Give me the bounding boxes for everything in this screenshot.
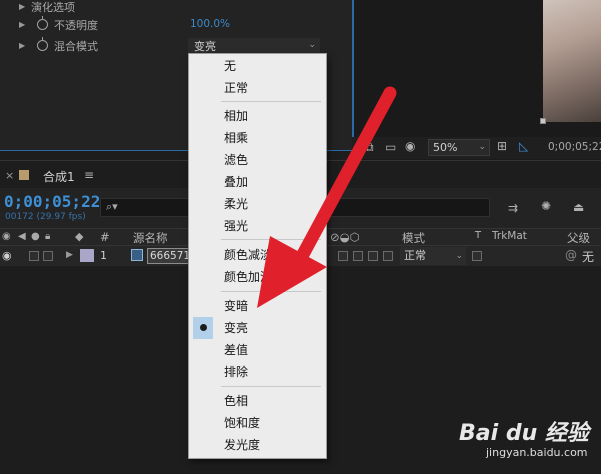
grid-guides-icon[interactable]: ⊞ [497, 139, 507, 153]
parent-select[interactable]: 无 [582, 248, 594, 265]
chevron-down-icon: ⌄ [478, 142, 486, 152]
image-footage-icon [131, 249, 143, 261]
menu-item-difference[interactable]: 差值 [189, 340, 326, 360]
solo-column-icon[interactable]: ● [31, 231, 40, 242]
transform-handle[interactable] [540, 118, 546, 124]
column-hash[interactable]: # [100, 230, 110, 244]
menu-item-color-dodge[interactable]: 颜色减淡 [189, 245, 326, 265]
menu-item-normal[interactable]: 正常 [189, 78, 326, 98]
menu-item-screen[interactable]: 滤色 [189, 150, 326, 170]
motion-blur-icon[interactable]: ✺ [541, 199, 551, 213]
graph-editor-icon[interactable]: ⏏ [573, 200, 584, 214]
switch-toggle[interactable] [338, 251, 348, 261]
solo-toggle[interactable] [29, 251, 39, 261]
property-label: 混合模式 [54, 40, 98, 53]
frame-count-info: 00172 (29.97 fps) [5, 212, 86, 222]
menu-separator [221, 101, 321, 102]
menu-item-luminosity[interactable]: 发光度 [189, 435, 326, 455]
visibility-column-icon[interactable]: ◉ [2, 231, 11, 242]
switch-toggle[interactable] [353, 251, 363, 261]
expand-triangle-icon[interactable]: ▶ [66, 250, 73, 260]
region-of-interest-icon[interactable]: ◺ [519, 139, 528, 153]
expand-triangle-icon[interactable]: ▶ [19, 20, 25, 29]
menu-separator [221, 386, 321, 387]
menu-item-add[interactable]: 相加 [189, 106, 326, 126]
panel-focus-border [352, 0, 353, 150]
audio-column-icon[interactable]: ◀ [18, 231, 26, 242]
blend-mode-selected-value: 变亮 [194, 40, 216, 53]
composition-preview-image[interactable] [543, 0, 601, 122]
search-icon: ⌕▾ [106, 200, 118, 213]
property-label: 不透明度 [54, 19, 98, 32]
monitor-icon[interactable]: ▭ [385, 140, 396, 154]
menu-item-saturation[interactable]: 饱和度 [189, 413, 326, 433]
mask-visibility-icon[interactable]: ◉ [405, 139, 415, 153]
tab-menu-icon[interactable]: ≡ [84, 168, 94, 182]
layer-name[interactable]: 666571 [147, 248, 189, 264]
zoom-value: 50% [433, 141, 458, 154]
column-trkmat[interactable]: TrkMat [492, 230, 527, 242]
menu-item-exclusion[interactable]: 排除 [189, 362, 326, 382]
column-source-name[interactable]: 源名称 [133, 230, 168, 246]
layer-mode-value: 正常 [404, 249, 426, 262]
layer-index: 1 [100, 249, 107, 262]
menu-separator [221, 239, 321, 240]
expand-triangle-icon[interactable]: ▶ [19, 2, 25, 11]
stopwatch-icon[interactable] [37, 37, 48, 51]
property-label: 演化选项 [31, 1, 75, 14]
expand-triangle-icon[interactable]: ▶ [19, 41, 25, 50]
chevron-down-icon: ⌄ [455, 251, 463, 261]
composition-color-swatch [19, 170, 29, 180]
baidu-watermark-logo: Bai du 经验 [459, 421, 589, 446]
lock-toggle[interactable] [43, 251, 53, 261]
switch-toggle[interactable] [383, 251, 393, 261]
tab-composition[interactable]: 合成1 [43, 168, 75, 185]
stopwatch-icon[interactable] [37, 16, 48, 30]
menu-item-hue[interactable]: 色相 [189, 391, 326, 411]
menu-item-multiply[interactable]: 相乘 [189, 128, 326, 148]
switch-toggle[interactable] [368, 251, 378, 261]
menu-item-color-burn[interactable]: 颜色加深 [189, 267, 326, 287]
menu-item-hard-light[interactable]: 强光 [189, 216, 326, 236]
chevron-down-icon: ⌄ [308, 40, 316, 50]
lock-column-icon[interactable]: 🔒︎ [45, 231, 50, 242]
menu-item-soft-light[interactable]: 柔光 [189, 194, 326, 214]
eye-icon[interactable]: ◉ [2, 249, 12, 262]
zoom-select[interactable]: 50% ⌄ [428, 139, 490, 156]
menu-separator [221, 291, 321, 292]
label-column-icon[interactable]: ◆ [75, 230, 83, 243]
viewer-timecode[interactable]: 0;00;05;22 [548, 141, 601, 153]
property-row-opacity[interactable]: ▶ 不透明度 100.0% [0, 14, 352, 34]
layer-mode-select[interactable]: 正常 ⌄ [400, 247, 466, 265]
switches-column-icon[interactable]: ⊘◒⬡ [330, 230, 360, 244]
draft-3d-icon[interactable]: ⇉ [508, 201, 518, 215]
close-tab-icon[interactable]: × [5, 169, 14, 182]
column-t[interactable]: T [475, 230, 481, 241]
menu-item-lighten[interactable]: 变亮 [189, 318, 326, 338]
current-time-display[interactable]: 0;00;05;22 [4, 192, 100, 211]
opacity-value[interactable]: 100.0% [190, 18, 230, 30]
preserve-transparency-toggle[interactable] [472, 251, 482, 261]
pick-whip-icon[interactable]: @ [565, 248, 577, 262]
baidu-watermark-url: jingyan.baidu.com [486, 446, 588, 459]
menu-item-darken[interactable]: 变暗 [189, 296, 326, 316]
snapshot-stack-icon[interactable]: ⧉ [365, 140, 374, 155]
column-mode[interactable]: 模式 [402, 230, 425, 246]
layer-label-color[interactable] [80, 249, 94, 262]
menu-item-none[interactable]: 无 [189, 56, 326, 76]
menu-item-overlay[interactable]: 叠加 [189, 172, 326, 192]
